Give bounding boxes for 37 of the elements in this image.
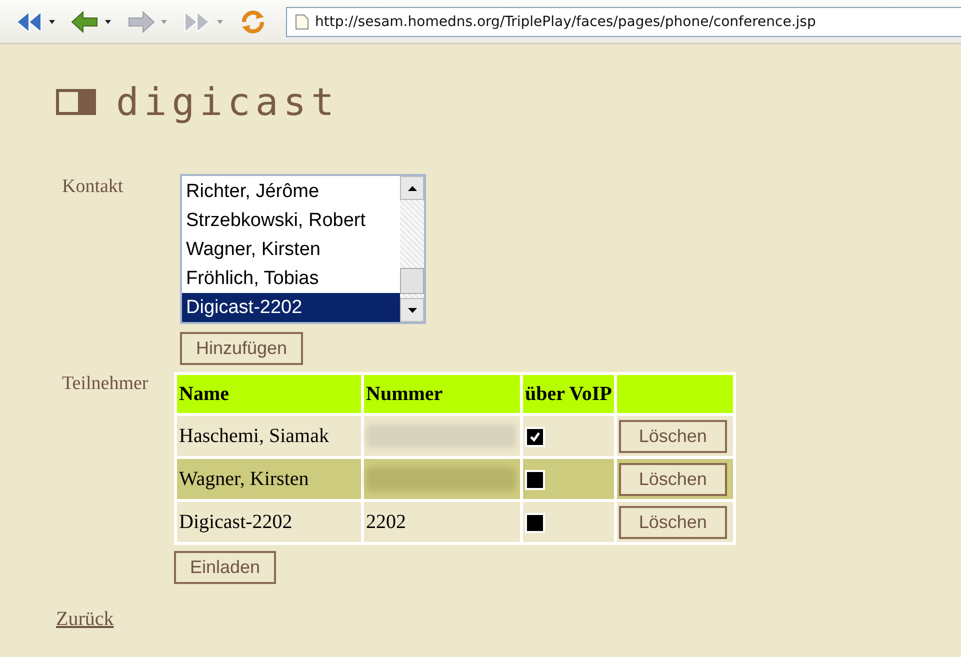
add-button[interactable]: Hinzufügen xyxy=(180,332,304,365)
logo: digicast xyxy=(56,82,340,122)
double-left-arrow-icon[interactable] xyxy=(14,8,44,34)
page-icon xyxy=(295,14,309,30)
list-item[interactable]: Digicast-2202 xyxy=(182,293,400,322)
back-link[interactable]: Zurück xyxy=(56,608,114,631)
delete-button[interactable]: Löschen xyxy=(618,462,727,496)
list-item[interactable]: Wagner, Kirsten xyxy=(182,235,400,264)
table-cell: Haschemi, Siamak xyxy=(177,416,361,456)
invite-button[interactable]: Einladen xyxy=(174,551,276,584)
delete-button[interactable]: Löschen xyxy=(618,420,727,452)
table-cell: Digicast-2202 xyxy=(177,502,361,542)
contact-listbox[interactable]: Richter, Jérôme Strzebkowski, Robert Wagner, Kirsten Fröhlich, Tobias Digicast-2202 xyxy=(180,174,426,324)
column-header: Name xyxy=(177,375,361,413)
scrollbar-thumb[interactable] xyxy=(400,268,424,294)
check-icon xyxy=(528,430,542,444)
column-header: Nummer xyxy=(364,375,520,413)
list-item[interactable]: Richter, Jérôme xyxy=(182,177,400,206)
address-field[interactable]: http://sesam.homedns.org/TriplePlay/faces/pages/phone/conference.jsp xyxy=(286,6,961,36)
contact-label: Kontakt xyxy=(61,175,124,199)
table-cell: 2202 xyxy=(366,510,406,532)
up-arrow-icon[interactable] xyxy=(408,186,416,190)
checkbox[interactable] xyxy=(525,512,545,533)
column-header: über VoIP xyxy=(523,375,614,413)
caret-icon[interactable] xyxy=(104,18,112,24)
down-arrow-icon[interactable] xyxy=(408,308,416,312)
participants-label: Teilnehmer xyxy=(61,372,150,396)
checkbox[interactable] xyxy=(525,470,545,490)
table-cell: Wagner, Kirsten xyxy=(177,459,361,499)
logo-icon xyxy=(56,89,96,115)
caret-icon[interactable] xyxy=(48,18,56,24)
checkbox[interactable] xyxy=(525,426,545,447)
delete-button[interactable]: Löschen xyxy=(618,506,727,538)
left-arrow-icon[interactable] xyxy=(70,8,100,34)
scrollbar[interactable] xyxy=(400,176,424,322)
list-item[interactable]: Strzebkowski, Robert xyxy=(182,206,400,235)
list-item[interactable]: Fröhlich, Tobias xyxy=(182,264,400,293)
